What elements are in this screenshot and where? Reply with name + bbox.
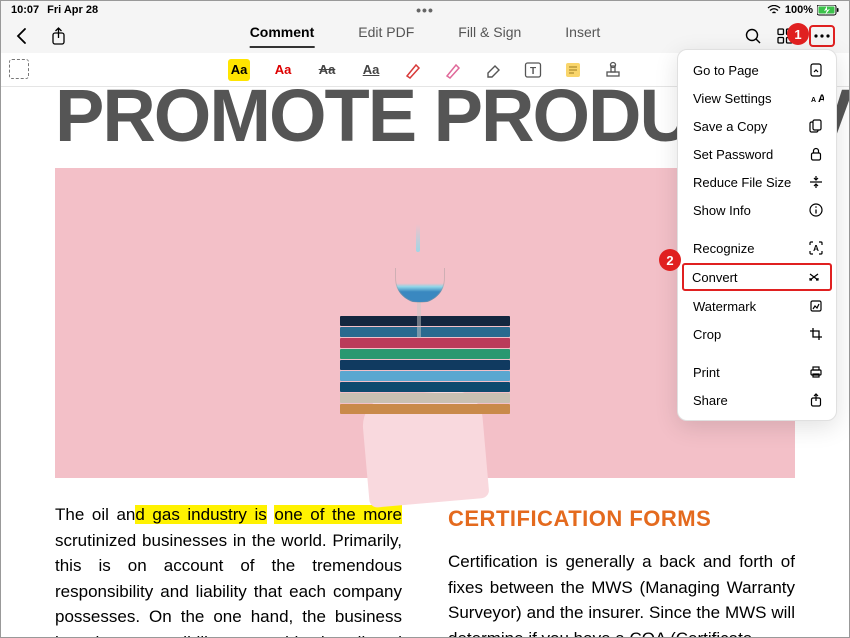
callout-1: 1 [787, 23, 809, 45]
back-icon[interactable] [15, 27, 29, 45]
status-bar: 10:07 Fri Apr 28 ••• 100% [1, 1, 849, 19]
highlight-tool[interactable]: Aa [228, 59, 250, 81]
more-menu: Go to Page View SettingsAA Save a Copy S… [677, 49, 837, 421]
battery-icon [817, 5, 839, 16]
menu-convert[interactable]: Convert [682, 263, 832, 291]
left-column-text: The oil and gas industry is one of the m… [55, 502, 402, 637]
status-date: Fri Apr 28 [47, 4, 98, 16]
highlighter-pink-icon[interactable] [444, 61, 462, 79]
more-button[interactable] [809, 25, 835, 47]
svg-text:T: T [530, 66, 536, 77]
menu-reduce-size[interactable]: Reduce File Size [678, 168, 836, 196]
selection-tool-icon[interactable] [9, 59, 29, 79]
strike-tool[interactable]: Aa [316, 59, 338, 81]
menu-print[interactable]: Print [678, 358, 836, 386]
convert-icon [806, 269, 822, 285]
page-nav-icon [808, 62, 824, 78]
menu-share[interactable]: Share [678, 386, 836, 414]
stamp-icon[interactable] [604, 61, 622, 79]
tab-edit-pdf[interactable]: Edit PDF [358, 24, 414, 48]
underline-tool[interactable]: Aa [360, 59, 382, 81]
watermark-icon [808, 298, 824, 314]
tab-insert[interactable]: Insert [565, 24, 600, 48]
battery-pct: 100% [785, 4, 813, 16]
section-heading: CERTIFICATION FORMS [448, 502, 795, 535]
print-icon [808, 364, 824, 380]
tab-fill-sign[interactable]: Fill & Sign [458, 24, 521, 48]
top-toolbar: Comment Edit PDF Fill & Sign Insert [1, 19, 849, 53]
copy-icon [808, 118, 824, 134]
note-icon[interactable] [564, 61, 582, 79]
crop-icon [808, 326, 824, 342]
share-small-icon [808, 392, 824, 408]
mode-tabs: Comment Edit PDF Fill & Sign Insert [250, 24, 601, 48]
eraser-icon[interactable] [484, 61, 502, 79]
wifi-icon [767, 5, 781, 15]
squiggly-tool[interactable]: Aa [272, 59, 294, 81]
drag-handle-icon: ••• [416, 2, 434, 18]
text-size-icon: AA [808, 90, 824, 106]
scan-icon: A [808, 240, 824, 256]
highlighter-red-icon[interactable] [404, 61, 422, 79]
menu-set-password[interactable]: Set Password [678, 140, 836, 168]
right-column: CERTIFICATION FORMS Certification is gen… [448, 502, 795, 637]
menu-show-info[interactable]: Show Info [678, 196, 836, 224]
menu-watermark[interactable]: Watermark [678, 292, 836, 320]
svg-text:A: A [811, 97, 816, 104]
menu-view-settings[interactable]: View SettingsAA [678, 84, 836, 112]
svg-text:A: A [818, 93, 824, 104]
right-column-text: Certification is generally a back and fo… [448, 549, 795, 637]
menu-save-copy[interactable]: Save a Copy [678, 112, 836, 140]
textbox-icon[interactable]: T [524, 61, 542, 79]
info-icon [808, 202, 824, 218]
menu-go-to-page[interactable]: Go to Page [678, 56, 836, 84]
tab-comment[interactable]: Comment [250, 24, 315, 48]
compress-icon [808, 174, 824, 190]
callout-2: 2 [659, 249, 681, 271]
menu-recognize[interactable]: RecognizeA [678, 234, 836, 262]
status-time: 10:07 [11, 4, 39, 16]
search-icon[interactable] [745, 28, 761, 44]
svg-text:A: A [813, 244, 819, 253]
menu-crop[interactable]: Crop [678, 320, 836, 348]
share-icon[interactable] [51, 27, 66, 45]
lock-icon [808, 146, 824, 162]
